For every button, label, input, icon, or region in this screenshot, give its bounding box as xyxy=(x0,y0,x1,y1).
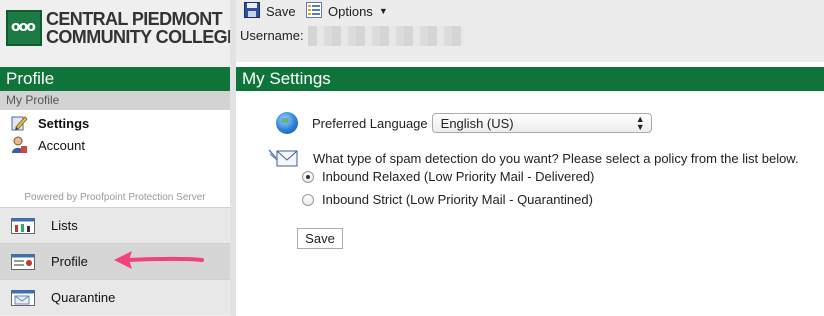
spam-question-text: What type of spam detection do you want?… xyxy=(313,150,799,166)
radio-inbound-strict[interactable]: Inbound Strict (Low Priority Mail - Quar… xyxy=(302,192,593,207)
my-profile-subheader: My Profile xyxy=(0,91,230,110)
select-arrows-icon: ▲ ▼ xyxy=(635,114,645,132)
chevron-down-icon: ▼ xyxy=(378,5,388,16)
settings-pencil-icon xyxy=(10,114,28,132)
main-content: My Settings Preferred Language English (… xyxy=(236,62,824,316)
globe-icon xyxy=(276,112,298,134)
save-button[interactable]: Save xyxy=(297,228,343,249)
username-label: Username: xyxy=(240,28,304,43)
top-toolbar: Save Options ▼ Username: xyxy=(236,0,824,62)
toolbar-options-dropdown[interactable]: Options ▼ xyxy=(306,1,388,21)
powered-by-text: Powered by Proofpoint Protection Server xyxy=(24,192,206,203)
logo-text: CENTRAL PIEDMONT COMMUNITY COLLEGE xyxy=(46,9,239,47)
username-value-redacted xyxy=(308,26,464,46)
account-user-icon xyxy=(10,136,28,154)
floppy-disk-icon xyxy=(244,1,260,21)
language-select[interactable]: English (US) ▲ ▼ xyxy=(431,113,652,133)
menu-item-account[interactable]: Account xyxy=(10,135,85,155)
nav-lists[interactable]: Lists xyxy=(0,207,230,243)
toolbar-save-button[interactable]: Save xyxy=(244,1,296,21)
radio-button-unchecked[interactable] xyxy=(302,193,314,206)
spam-question-row: What type of spam detection do you want?… xyxy=(268,148,799,168)
profile-icon xyxy=(11,253,35,270)
nav-quarantine[interactable]: Quarantine xyxy=(0,279,230,315)
annotation-arrow xyxy=(114,251,204,269)
quarantine-icon xyxy=(11,289,35,306)
logo-mark: ooo xyxy=(6,10,42,46)
menu-item-settings[interactable]: Settings xyxy=(10,113,89,133)
preferred-language-label: Preferred Language xyxy=(312,115,428,131)
options-list-icon xyxy=(306,1,322,21)
page-title: My Settings xyxy=(236,67,824,91)
radio-inbound-relaxed[interactable]: Inbound Relaxed (Low Priority Mail - Del… xyxy=(302,169,594,184)
envelope-icon xyxy=(268,148,298,168)
language-row: Preferred Language English (US) ▲ ▼ xyxy=(276,112,652,134)
lists-icon xyxy=(11,217,35,234)
profile-header: Profile xyxy=(0,67,230,91)
radio-button-checked[interactable] xyxy=(302,170,314,183)
college-logo: ooo CENTRAL PIEDMONT COMMUNITY COLLEGE xyxy=(4,8,239,48)
